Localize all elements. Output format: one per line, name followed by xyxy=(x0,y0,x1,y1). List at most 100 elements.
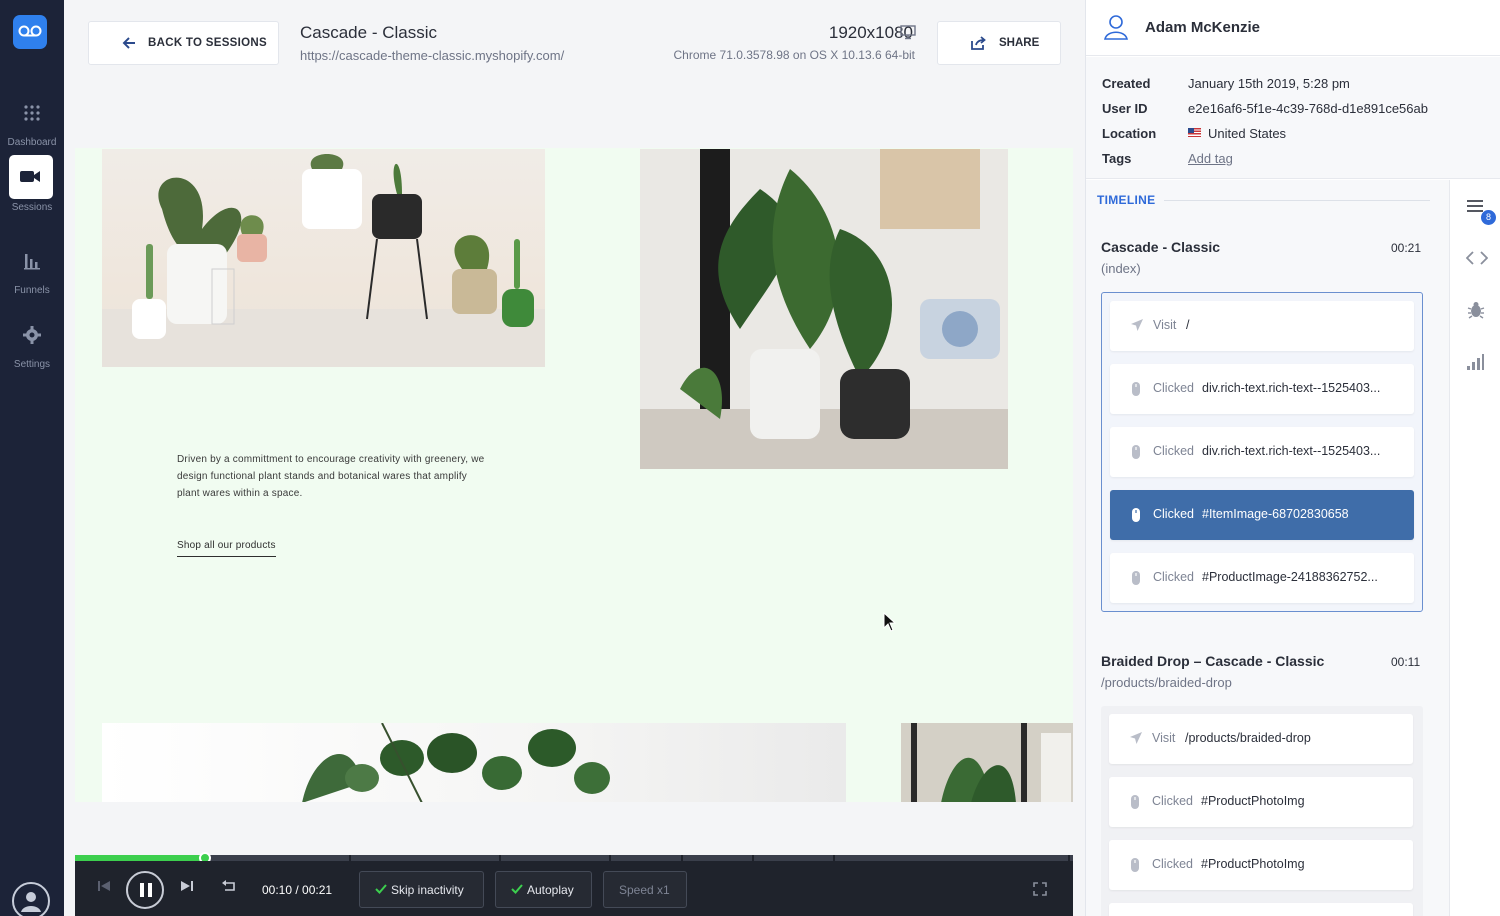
autoplay-toggle[interactable]: Autoplay xyxy=(495,871,592,908)
timeline-event-active[interactable]: Clicked #ItemImage-68702830658 xyxy=(1110,490,1414,540)
timeline-page-path: (index) xyxy=(1101,261,1141,276)
nav-settings[interactable]: Settings xyxy=(0,312,64,378)
session-site-title: Cascade - Classic xyxy=(300,23,437,42)
event-detail: /products/braided-drop xyxy=(1185,731,1311,745)
back-to-sessions-button[interactable]: BACK TO SESSIONS xyxy=(88,21,279,65)
nav-funnels-label: Funnels xyxy=(14,285,50,296)
signal-bars-icon[interactable] xyxy=(1466,354,1484,370)
page-blurb-text: Driven by a committment to encourage cre… xyxy=(177,454,485,499)
event-count-badge: 8 xyxy=(1481,210,1496,225)
timeline-event[interactable]: Clicked #ProductImage-24188362752... xyxy=(1110,553,1414,603)
autoplay-label: Autoplay xyxy=(527,883,574,897)
timeline-page-path: /products/braided-drop xyxy=(1101,675,1232,690)
replay-cursor-icon xyxy=(883,612,897,632)
mouse-icon xyxy=(1131,858,1139,872)
video-camera-icon xyxy=(20,171,40,182)
speed-label: Speed x1 xyxy=(619,883,670,897)
left-nav: Dashboard Sessions Funnels Settings xyxy=(0,0,64,916)
timeline-event-group: Visit / Clicked div.rich-text.rich-text-… xyxy=(1101,292,1423,612)
add-tag-link[interactable]: Add tag xyxy=(1188,151,1233,166)
plants-photo-stands xyxy=(102,149,545,367)
session-site-url: https://cascade-theme-classic.myshopify.… xyxy=(300,48,565,63)
mouse-icon xyxy=(1132,571,1140,585)
account-avatar[interactable] xyxy=(12,882,50,916)
replay-icon[interactable] xyxy=(221,879,237,893)
gear-icon xyxy=(23,326,41,344)
check-icon xyxy=(511,884,523,894)
back-to-sessions-label: BACK TO SESSIONS xyxy=(148,37,267,49)
shop-all-products-link[interactable]: Shop all our products xyxy=(177,540,276,557)
skip-to-start-icon[interactable] xyxy=(97,879,111,893)
timeline: TIMELINE Cascade - Classic 00:21 (index)… xyxy=(1086,180,1449,916)
skip-to-next-icon[interactable] xyxy=(180,879,194,893)
event-type: Clicked xyxy=(1153,570,1194,584)
nav-settings-label: Settings xyxy=(13,359,51,370)
timeline-event[interactable]: Clicked div.rich-text.rich-text--1525403… xyxy=(1110,427,1414,477)
skip-inactivity-label: Skip inactivity xyxy=(391,883,464,897)
plants-photo-window xyxy=(901,723,1073,802)
event-detail: / xyxy=(1186,318,1190,332)
timeline-event[interactable]: Visit / xyxy=(1110,301,1414,351)
timeline-page-duration: 00:21 xyxy=(1391,241,1422,255)
timeline-event-group: Visit /products/braided-drop Clicked #Pr… xyxy=(1101,706,1423,916)
user-id-value: e2e16af6-5f1e-4c39-768d-d1e891ce56ab xyxy=(1188,101,1428,116)
user-name: Adam McKenzie xyxy=(1145,19,1261,36)
arrow-left-icon xyxy=(122,37,135,49)
session-header: BACK TO SESSIONS Cascade - Classic https… xyxy=(64,0,1085,82)
speed-selector[interactable]: Speed x1 xyxy=(603,871,687,908)
pause-button[interactable] xyxy=(126,871,164,909)
plants-photo-room xyxy=(640,149,1008,469)
nav-dashboard[interactable]: Dashboard xyxy=(0,90,64,156)
nav-sessions[interactable]: Sessions xyxy=(0,155,64,221)
timeline-event[interactable]: Clicked div.rich-text.rich-text--1525403… xyxy=(1110,364,1414,414)
share-button[interactable]: SHARE xyxy=(937,21,1061,65)
timeline-event[interactable] xyxy=(1109,903,1413,916)
mouse-icon xyxy=(1132,445,1140,459)
navigation-arrow-icon xyxy=(1130,732,1142,744)
app-logo-icon[interactable] xyxy=(13,15,47,49)
bar-chart-icon xyxy=(24,254,40,270)
share-label: SHARE xyxy=(999,37,1040,49)
skip-inactivity-toggle[interactable]: Skip inactivity xyxy=(359,871,484,908)
monitor-icon xyxy=(900,25,916,40)
event-type: Clicked xyxy=(1152,794,1193,808)
user-header: Adam McKenzie xyxy=(1086,0,1500,56)
timeline-label: TIMELINE xyxy=(1097,193,1156,207)
event-type: Clicked xyxy=(1153,444,1194,458)
nav-dashboard-label: Dashboard xyxy=(7,137,57,148)
session-replay-viewport[interactable]: Driven by a committment to encourage cre… xyxy=(75,148,1073,802)
timeline-page-title: Braided Drop – Cascade - Classic xyxy=(1101,653,1325,669)
nav-funnels[interactable]: Funnels xyxy=(0,238,64,304)
list-icon[interactable] xyxy=(1466,198,1484,214)
timeline-page-title: Cascade - Classic xyxy=(1101,239,1221,255)
mouse-icon xyxy=(1132,508,1140,522)
plants-photo-leaves xyxy=(102,723,846,802)
event-detail: div.rich-text.rich-text--1525403... xyxy=(1202,444,1381,458)
timeline-event[interactable]: Clicked #ProductPhotoImg xyxy=(1109,840,1413,890)
us-flag-icon xyxy=(1188,128,1201,137)
event-detail: #ProductImage-24188362752... xyxy=(1202,570,1378,584)
event-detail: #ProductPhotoImg xyxy=(1201,794,1305,808)
mouse-icon xyxy=(1132,382,1140,396)
event-type: Visit xyxy=(1153,318,1177,332)
user-icon xyxy=(21,892,41,912)
event-type: Clicked xyxy=(1153,381,1194,395)
fullscreen-icon[interactable] xyxy=(1033,882,1047,896)
location-text: United States xyxy=(1208,126,1287,141)
event-type: Visit xyxy=(1152,731,1176,745)
user-id-label: User ID xyxy=(1102,101,1148,116)
timeline-event[interactable]: Visit /products/braided-drop xyxy=(1109,714,1413,764)
tags-label: Tags xyxy=(1102,151,1132,166)
bug-icon[interactable] xyxy=(1466,300,1486,320)
playback-time: 00:10 / 00:21 xyxy=(262,883,333,897)
event-detail: #ProductPhotoImg xyxy=(1201,857,1305,871)
navigation-arrow-icon xyxy=(1131,319,1143,331)
timeline-page-duration: 00:11 xyxy=(1391,655,1421,669)
panel-tools: 8 xyxy=(1449,180,1500,916)
pause-icon xyxy=(140,883,152,897)
timeline-event[interactable]: Clicked #ProductPhotoImg xyxy=(1109,777,1413,827)
code-icon[interactable] xyxy=(1466,250,1488,266)
user-metadata: Created January 15th 2019, 5:28 pm User … xyxy=(1086,57,1500,179)
browser-info: Chrome 71.0.3578.98 on OS X 10.13.6 64-b… xyxy=(673,48,916,62)
nav-sessions-label: Sessions xyxy=(11,202,53,213)
